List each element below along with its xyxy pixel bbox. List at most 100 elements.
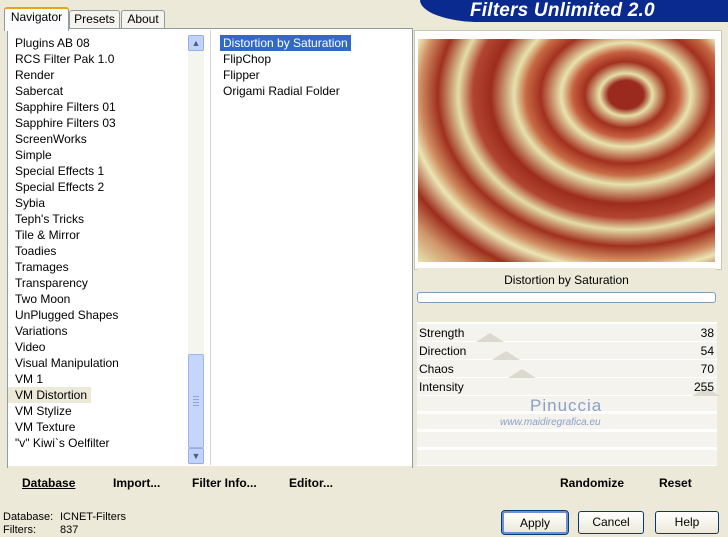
database-label: Database [22,476,76,490]
list-divider [210,30,211,465]
category-item[interactable]: Two Moon [8,291,184,307]
tab-presets[interactable]: Presets [69,10,120,29]
watermark-url: www.maidiregrafica.eu [500,417,601,428]
filter-info-button[interactable]: Filter Info... [192,475,257,491]
category-label: VM 1 [15,372,44,386]
filter-item[interactable]: FlipChop [220,51,400,67]
filter-label: Flipper [223,68,260,82]
empty-slider-row [417,432,717,448]
slider-label: Strength [419,326,465,340]
grip-icon [193,396,199,406]
category-label: ScreenWorks [15,132,87,146]
category-item[interactable]: VM Texture [8,419,184,435]
preview-image [418,39,715,262]
help-button[interactable]: Help [655,511,719,534]
empty-slider-row [417,450,717,466]
category-label: Visual Manipulation [15,356,119,370]
cancel-button[interactable]: Cancel [578,511,644,534]
category-item[interactable]: VM Stylize [8,403,184,419]
filter-item[interactable]: Origami Radial Folder [220,83,400,99]
category-item[interactable]: "v" Kiwi`s Oelfilter [8,435,184,451]
category-item[interactable]: RCS Filter Pak 1.0 [8,51,184,67]
category-item[interactable]: Variations [8,323,184,339]
category-item[interactable]: Simple [8,147,184,163]
category-item[interactable]: VM Distortion [8,387,184,403]
category-label: RCS Filter Pak 1.0 [15,52,115,66]
status-filters-label: Filters: [3,524,36,536]
category-label: Special Effects 2 [15,180,105,194]
status-database-label: Database: [3,511,54,523]
slider-value: 70 [700,362,714,376]
category-label: Video [15,340,46,354]
category-label: Plugins AB 08 [15,36,90,50]
category-label: Tramages [15,260,69,274]
category-item[interactable]: Render [8,67,184,83]
category-item[interactable]: Sybia [8,195,184,211]
category-item[interactable]: Tramages [8,259,184,275]
category-item[interactable]: Sapphire Filters 03 [8,115,184,131]
status-filters-value: 837 [60,524,79,536]
current-filter-name: Distortion by Saturation [417,268,716,292]
import-button[interactable]: Import... [113,475,160,491]
status-database-value: ICNET-Filters [60,511,126,523]
category-item[interactable]: Sabercat [8,83,184,99]
database-button[interactable]: Database [22,475,75,491]
category-label: Transparency [15,276,88,290]
watermark-name: Pinuccia [530,396,603,415]
category-label: Simple [15,148,52,162]
category-label: Two Moon [15,292,71,306]
category-label: Toadies [15,244,57,258]
category-label: "v" Kiwi`s Oelfilter [15,436,110,450]
category-label: Teph's Tricks [15,212,84,226]
tab-about[interactable]: About [121,10,165,29]
randomize-button[interactable]: Randomize [560,475,624,491]
scroll-down-button[interactable]: ▼ [188,448,204,464]
category-label: Variations [15,324,68,338]
category-label: Render [15,68,55,82]
filter-label: Origami Radial Folder [223,84,340,98]
category-item[interactable]: Tile & Mirror [8,227,184,243]
category-list[interactable]: Plugins AB 08 RCS Filter Pak 1.0 Render Sab… [8,35,184,451]
category-item[interactable]: Teph's Tricks [8,211,184,227]
category-label: Sapphire Filters 01 [15,100,116,114]
category-label: Sapphire Filters 03 [15,116,116,130]
category-item[interactable]: Video [8,339,184,355]
category-label: VM Distortion [8,387,92,403]
category-item[interactable]: Toadies [8,243,184,259]
category-label: UnPlugged Shapes [15,308,119,322]
filter-item[interactable]: Distortion by Saturation [220,35,400,51]
filter-item[interactable]: Flipper [220,67,400,83]
category-label: Tile & Mirror [15,228,80,242]
category-item[interactable]: UnPlugged Shapes [8,307,184,323]
scroll-up-button[interactable]: ▲ [188,35,204,51]
slider-chaos[interactable] [417,360,717,378]
slider-label: Chaos [419,362,454,376]
filter-label: Distortion by Saturation [220,35,351,51]
slider-handle[interactable] [508,369,536,378]
tab-navigator[interactable]: Navigator [4,7,69,31]
slider-value: 54 [700,344,714,358]
category-item[interactable]: Transparency [8,275,184,291]
category-item[interactable]: VM 1 [8,371,184,387]
category-item[interactable]: ScreenWorks [8,131,184,147]
progress-bar [417,292,716,303]
apply-button[interactable]: Apply [501,510,569,535]
category-item[interactable]: Special Effects 2 [8,179,184,195]
app-title: Filters Unlimited 2.0 [470,0,655,21]
editor-button[interactable]: Editor... [289,475,333,491]
category-label: Special Effects 1 [15,164,105,178]
slider-label: Direction [419,344,467,358]
category-item[interactable]: Special Effects 1 [8,163,184,179]
slider-value: 38 [700,326,714,340]
reset-button[interactable]: Reset [659,475,692,491]
filter-list[interactable]: Distortion by Saturation FlipChop Flipper O… [220,35,400,99]
category-item[interactable]: Sapphire Filters 01 [8,99,184,115]
chevron-down-icon: ▼ [191,451,201,461]
slider-handle[interactable] [476,333,504,342]
category-item[interactable]: Visual Manipulation [8,355,184,371]
category-label: VM Texture [15,420,76,434]
slider-handle[interactable] [492,351,520,360]
category-label: VM Stylize [15,404,72,418]
chevron-up-icon: ▲ [191,38,201,48]
category-item[interactable]: Plugins AB 08 [8,35,184,51]
